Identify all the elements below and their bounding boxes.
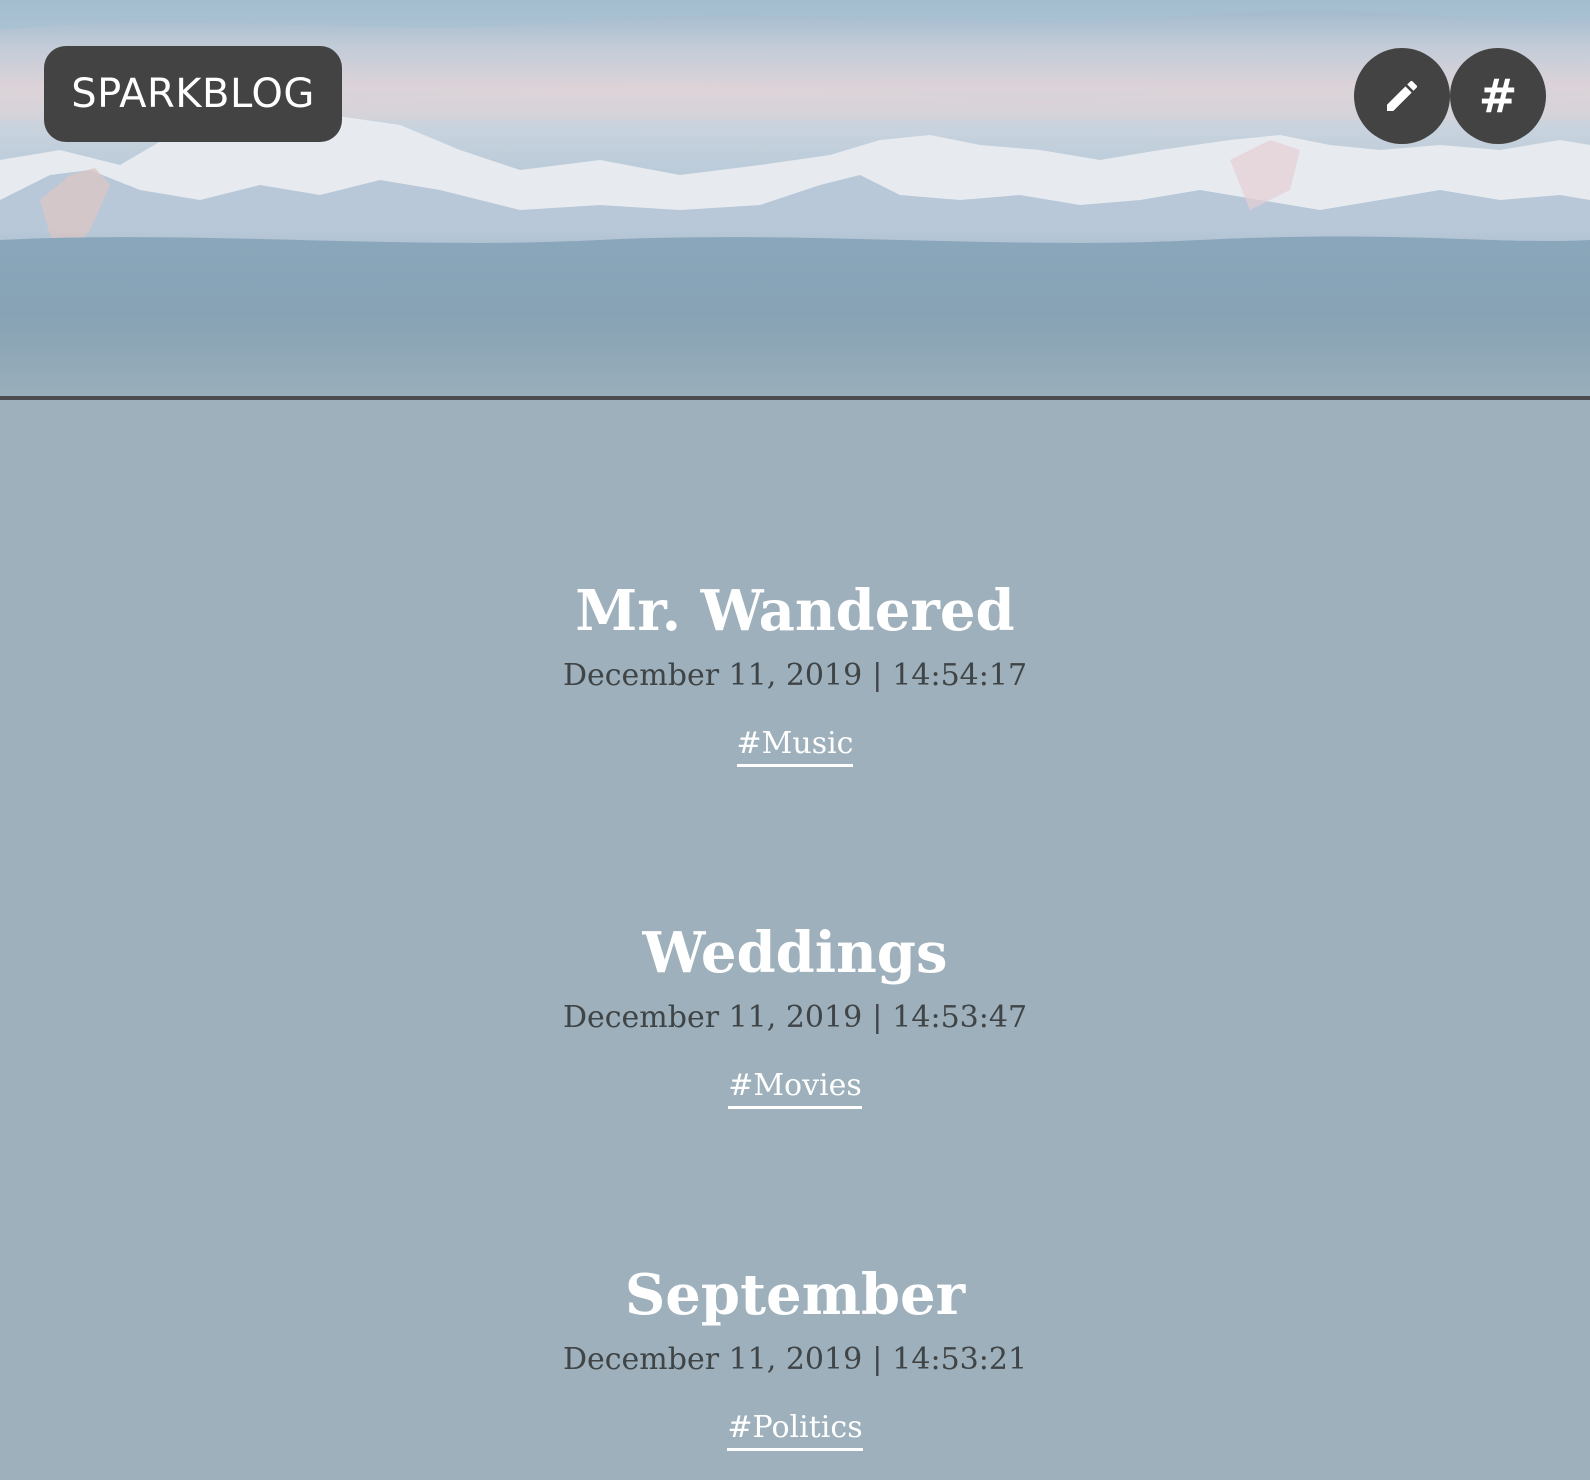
post-meta: December 11, 2019 | 14:53:47: [0, 998, 1590, 1038]
post-item: Weddings December 11, 2019 | 14:53:47 #Mov…: [0, 918, 1590, 1109]
post-meta: December 11, 2019 | 14:53:21: [0, 1340, 1590, 1380]
header-divider: [0, 396, 1590, 400]
post-tag-link[interactable]: #Politics: [727, 1410, 863, 1451]
post-time: 14:54:17: [892, 658, 1028, 693]
post-item: Mr. Wandered December 11, 2019 | 14:54:17 …: [0, 576, 1590, 767]
meta-separator: |: [872, 1342, 883, 1377]
post-title[interactable]: Weddings: [0, 918, 1590, 988]
post-tag-link[interactable]: #Music: [736, 726, 854, 767]
post-date: December 11, 2019: [562, 658, 863, 693]
new-post-button[interactable]: [1354, 48, 1450, 144]
post-tag-link[interactable]: #Movies: [728, 1068, 862, 1109]
brand-logo-button[interactable]: SPARKBLOG: [44, 46, 342, 142]
page: SPARKBLOG # Mr. Wandered December 11, 20…: [0, 0, 1590, 1480]
post-meta: December 11, 2019 | 14:54:17: [0, 656, 1590, 696]
post-date: December 11, 2019: [562, 1342, 863, 1377]
post-title[interactable]: September: [0, 1260, 1590, 1330]
hash-icon: #: [1478, 69, 1518, 123]
pencil-icon: [1387, 80, 1418, 111]
post-time: 14:53:21: [892, 1342, 1028, 1377]
meta-separator: |: [872, 658, 883, 693]
post-time: 14:53:47: [892, 1000, 1028, 1035]
meta-separator: |: [872, 1000, 883, 1035]
post-item: September December 11, 2019 | 14:53:21 #Po…: [0, 1260, 1590, 1451]
post-date: December 11, 2019: [562, 1000, 863, 1035]
post-title[interactable]: Mr. Wandered: [0, 576, 1590, 646]
tags-button[interactable]: #: [1450, 48, 1546, 144]
